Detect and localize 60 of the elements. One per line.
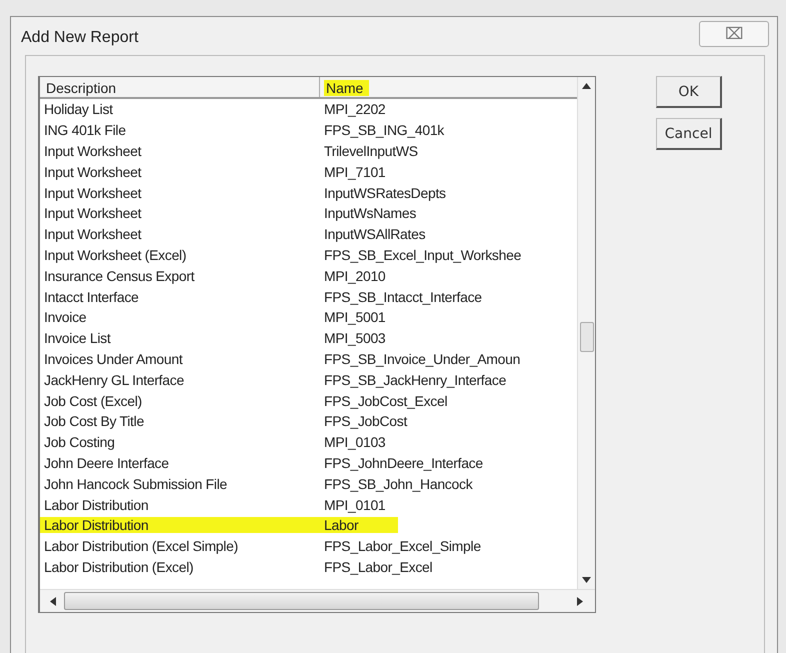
column-header[interactable]: Description <box>40 77 320 97</box>
horizontal-scrollbar[interactable] <box>40 589 595 612</box>
table-cell-text: MPI_2202 <box>323 101 386 118</box>
table-cell-text: Holiday List <box>43 101 114 118</box>
table-cell-text: MPI_0103 <box>323 434 386 450</box>
table-cell-text: FPS_JobCost <box>323 413 408 430</box>
table-cell-text: Input Worksheet (Excel) <box>43 246 188 263</box>
close-button[interactable]: ⌧ <box>699 21 769 47</box>
table-cell-text: MPI_5003 <box>323 330 386 346</box>
scroll-up-icon[interactable] <box>582 83 591 89</box>
table-cell-text: Input Worksheet <box>43 226 142 242</box>
table-cell-text: ING 401k File <box>43 122 127 138</box>
table-cell-text: Labor Distribution (Excel) <box>43 558 194 575</box>
table-cell-text: InputWsNames <box>323 205 418 222</box>
table-cell-text: John Deere Interface <box>43 454 170 471</box>
table-cell-text: FPS_SB_ING_401k <box>323 122 446 138</box>
table-cell-text: Labor Distribution (Excel Simple) <box>43 538 239 554</box>
table-cell-text: Intacct Interface <box>43 288 140 305</box>
table-cell-text: FPS_SB_Excel_Input_Workshee <box>323 246 522 263</box>
table-cell-text: Input Worksheet <box>43 184 142 201</box>
table-cell-text: Job Costing <box>43 434 116 450</box>
table-cell-text: MPI_5001 <box>323 309 386 326</box>
table-cell-text: John Hancock Submission File <box>43 476 228 492</box>
table-cell-text: InputWSRatesDepts <box>323 184 447 201</box>
table-cell-text: FPS_SB_Invoice_Under_Amoun <box>323 350 522 367</box>
column-header[interactable]: Name <box>320 77 577 97</box>
table-cell-text: Invoices Under Amount <box>43 350 184 367</box>
scroll-left-icon[interactable] <box>50 596 56 606</box>
scroll-thumb[interactable] <box>580 322 594 352</box>
table-cell-text: Invoice List <box>43 330 112 346</box>
table-cell-text: InputWSAllRates <box>323 226 426 242</box>
window-title: Add New Report <box>21 29 138 47</box>
table-cell-text: FPS_JohnDeere_Interface <box>323 454 484 471</box>
table-cell-text: FPS_Labor_Excel_Simple <box>323 538 482 554</box>
table-cell-text: TrilevelInputWS <box>323 142 419 159</box>
dialog-button[interactable]: Cancel <box>656 118 722 150</box>
scroll-right-icon[interactable] <box>577 596 583 606</box>
table-cell-text: Labor Distribution <box>43 496 150 513</box>
table-cell-text: MPI_2010 <box>323 268 386 284</box>
table-cell-text: Job Cost (Excel) <box>43 392 143 409</box>
table-cell-text: Insurance Census Export <box>43 268 196 284</box>
table-cell-text: Input Worksheet <box>43 205 142 222</box>
scroll-down-icon[interactable] <box>582 577 591 583</box>
table-cell-text: FPS_JobCost_Excel <box>323 392 448 409</box>
table-cell-text: JackHenry GL Interface <box>43 372 185 388</box>
table-cell-text: FPS_SB_JackHenry_Interface <box>323 372 508 388</box>
table-cell-text: FPS_SB_Intacct_Interface <box>323 288 483 305</box>
table-cell-text: MPI_0101 <box>323 496 386 513</box>
dialog-button[interactable]: OK <box>656 76 722 108</box>
table-cell-text: Input Worksheet <box>43 164 142 180</box>
table-cell-text: FPS_SB_John_Hancock <box>323 476 474 492</box>
table-cell-text: Input Worksheet <box>43 142 142 159</box>
table-cell-text: Job Cost By Title <box>43 413 145 430</box>
table-cell: Labor Distribution <box>40 517 320 534</box>
table-cell: Labor <box>320 517 398 534</box>
table-cell-text: Invoice <box>43 309 88 326</box>
vertical-scrollbar[interactable] <box>577 77 595 589</box>
scroll-thumb[interactable] <box>64 592 539 610</box>
table-cell-text: MPI_7101 <box>323 164 386 180</box>
table-cell-text: FPS_Labor_Excel <box>323 558 434 575</box>
